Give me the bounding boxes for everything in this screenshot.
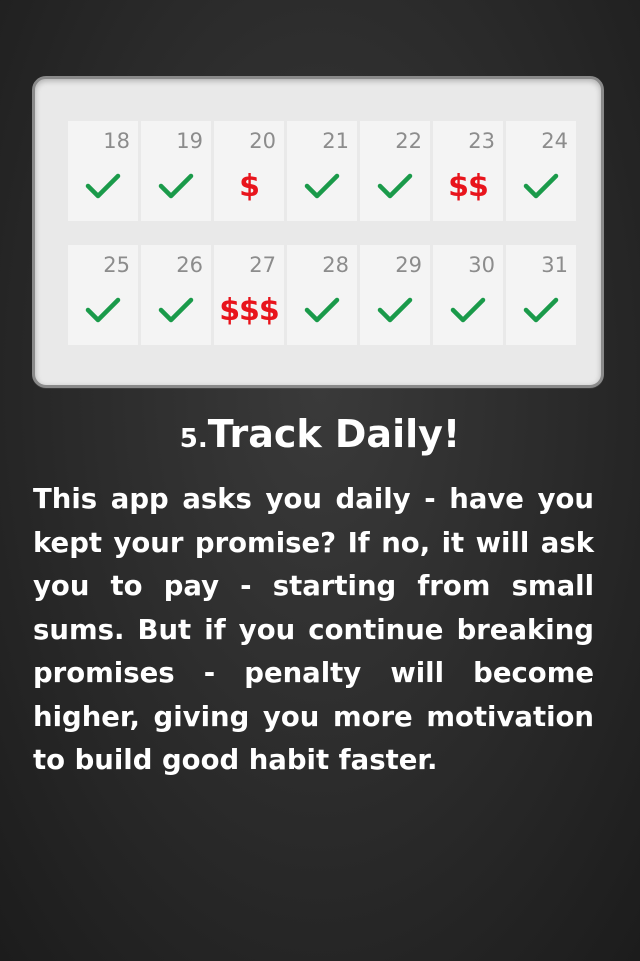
checkmark-icon	[287, 171, 357, 211]
day-number: 25	[103, 253, 130, 277]
description-text: This app asks you daily - have you kept …	[33, 483, 594, 776]
calendar-day: 20 $	[214, 121, 284, 221]
step-title: Track Daily!	[207, 412, 461, 456]
checkmark-icon	[68, 171, 138, 211]
calendar-day: 27 $$$	[214, 245, 284, 345]
calendar-day: 25	[68, 245, 138, 345]
calendar-day: 28	[287, 245, 357, 345]
calendar-card: 18 19 20 $ 21 22 23 $$ 24 25 26 27 $$$ 2…	[32, 76, 604, 388]
day-number: 27	[249, 253, 276, 277]
calendar-day: 22	[360, 121, 430, 221]
day-number: 21	[322, 129, 349, 153]
penalty-label: $$$	[219, 293, 280, 328]
day-number: 26	[176, 253, 203, 277]
checkmark-icon	[287, 295, 357, 335]
calendar-week-2: 25 26 27 $$$ 28 29 30 31	[68, 245, 576, 345]
day-number: 31	[541, 253, 568, 277]
calendar-day: 18	[68, 121, 138, 221]
day-number: 18	[103, 129, 130, 153]
calendar-day: 26	[141, 245, 211, 345]
calendar-day: 31	[506, 245, 576, 345]
checkmark-icon	[506, 295, 576, 335]
day-number: 29	[395, 253, 422, 277]
checkmark-icon	[68, 295, 138, 335]
day-number: 20	[249, 129, 276, 153]
day-number: 28	[322, 253, 349, 277]
day-number: 22	[395, 129, 422, 153]
day-number: 23	[468, 129, 495, 153]
checkmark-icon	[360, 171, 430, 211]
checkmark-icon	[433, 295, 503, 335]
page-title: 5.Track Daily!	[0, 412, 640, 456]
checkmark-icon	[141, 171, 211, 211]
calendar-day: 29	[360, 245, 430, 345]
calendar-day: 19	[141, 121, 211, 221]
calendar-week-1: 18 19 20 $ 21 22 23 $$ 24	[68, 121, 576, 221]
calendar-day: 23 $$	[433, 121, 503, 221]
step-number: 5.	[179, 424, 208, 454]
checkmark-icon	[141, 295, 211, 335]
day-number: 19	[176, 129, 203, 153]
calendar-day: 21	[287, 121, 357, 221]
calendar-day: 24	[506, 121, 576, 221]
day-number: 24	[541, 129, 568, 153]
calendar-day: 30	[433, 245, 503, 345]
checkmark-icon	[506, 171, 576, 211]
day-number: 30	[468, 253, 495, 277]
checkmark-icon	[360, 295, 430, 335]
penalty-label: $	[239, 169, 260, 204]
penalty-label: $$	[448, 169, 489, 204]
